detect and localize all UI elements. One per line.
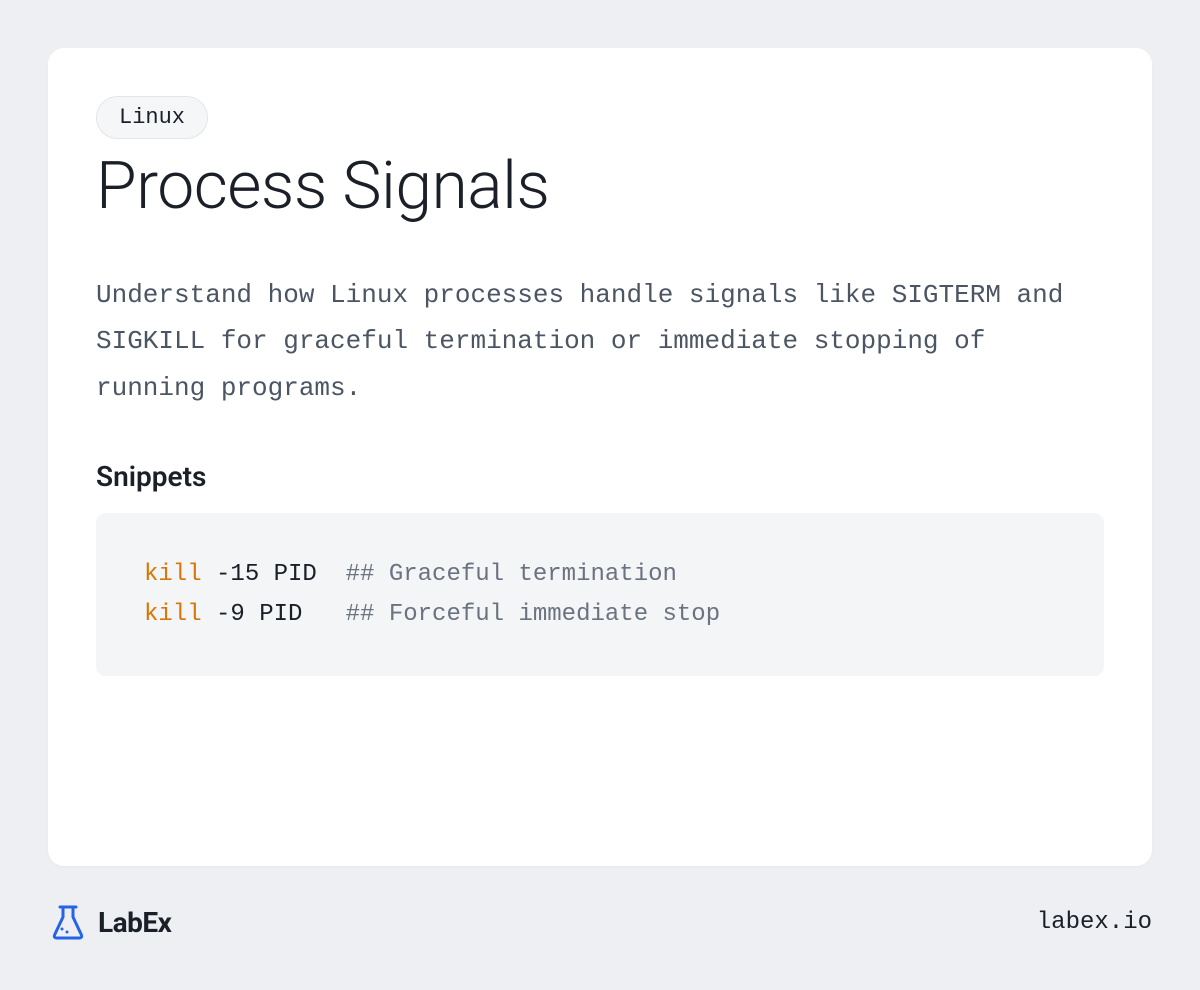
brand-logo: LabEx xyxy=(48,902,171,942)
code-comment: ## Forceful immediate stop xyxy=(346,601,720,628)
code-block: kill -15 PID ## Graceful termination kil… xyxy=(96,513,1104,676)
code-comment: ## Graceful termination xyxy=(346,561,677,588)
page-title: Process Signals xyxy=(96,151,1104,224)
flask-icon xyxy=(48,902,88,942)
description-text: Understand how Linux processes handle si… xyxy=(96,272,1104,412)
category-tag: Linux xyxy=(96,96,208,139)
code-keyword: kill xyxy=(144,601,202,628)
footer: LabEx labex.io xyxy=(48,866,1152,942)
brand-name: LabEx xyxy=(98,906,171,939)
code-keyword: kill xyxy=(144,561,202,588)
site-url: labex.io xyxy=(1037,909,1152,936)
snippets-heading: Snippets xyxy=(96,460,1104,493)
content-card: Linux Process Signals Understand how Lin… xyxy=(48,48,1152,866)
code-args: -15 PID xyxy=(202,561,346,588)
code-args: -9 PID xyxy=(202,601,346,628)
